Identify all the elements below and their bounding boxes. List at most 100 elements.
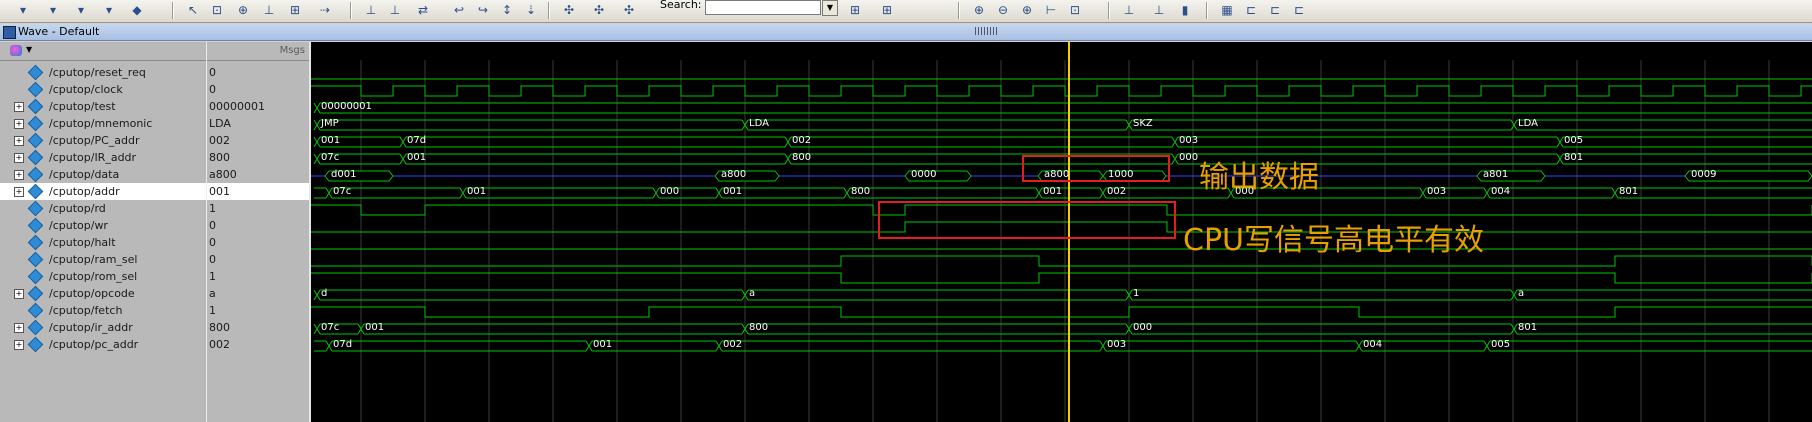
- expand-icon[interactable]: +: [14, 170, 24, 180]
- next-edge-icon[interactable]: ⇄: [414, 2, 432, 18]
- chevron-down-icon[interactable]: ▼: [26, 45, 32, 54]
- list-icon[interactable]: ⊖: [994, 2, 1012, 18]
- signal-value-row[interactable]: 0: [207, 81, 309, 98]
- addr-bus-transition: [325, 187, 333, 199]
- signal-value-row[interactable]: 0: [207, 251, 309, 268]
- signal-value-row[interactable]: 0: [207, 64, 309, 81]
- signal-value-row[interactable]: 001: [207, 183, 309, 200]
- edge-icon-3[interactable]: ⊏: [1290, 2, 1308, 18]
- chevron-down-icon[interactable]: ▼: [822, 0, 838, 16]
- mark-icon[interactable]: ⊞: [286, 2, 304, 18]
- expand-icon[interactable]: +: [14, 340, 24, 350]
- signal-value-row[interactable]: 800: [207, 149, 309, 166]
- edge-icon[interactable]: ⊥: [362, 2, 380, 18]
- waveform-pane[interactable]: 00000001 JMP LDA SKZ LDA 001 07d 002 003 005 07c 00…: [311, 42, 1812, 422]
- expand-icon[interactable]: +: [14, 102, 24, 112]
- add-icon[interactable]: ▾: [44, 2, 62, 18]
- pc-addr-upper-bus-segment: [1178, 136, 1557, 148]
- toolbar: ▾ ▾ ▾ ▾ ◆ ↖ ⊡ ⊕ ⊥ ⊞ ⇢ ⊥ ⊥ ⇄ ↩ ↪ ↕ ⇣ ✣ ✣ …: [0, 0, 1812, 23]
- cursor-icon[interactable]: ⇢: [316, 2, 334, 18]
- signal-value-row[interactable]: 1: [207, 268, 309, 285]
- signal-name: /cputop/ram_sel: [49, 253, 138, 266]
- signal-row[interactable]: + /cputop/data: [0, 166, 206, 183]
- zoom-region-icon[interactable]: ⊡: [208, 2, 226, 18]
- expand-icon[interactable]: ↪: [474, 2, 492, 18]
- signal-row[interactable]: + /cputop/test: [0, 98, 206, 115]
- run-icon[interactable]: ◆: [128, 2, 146, 18]
- signal-row[interactable]: /cputop/rd: [0, 200, 206, 217]
- addr-bus-segment: [850, 187, 1036, 199]
- mnemonic-bus-label: SKZ: [1133, 118, 1153, 129]
- signal-value-row[interactable]: a: [207, 285, 309, 302]
- signal-row[interactable]: + /cputop/opcode: [0, 285, 206, 302]
- find-icon[interactable]: ↩: [450, 2, 468, 18]
- bracket-icon[interactable]: ⊥: [1120, 2, 1138, 18]
- dataflow-icon[interactable]: ▾: [72, 2, 90, 18]
- select-icon[interactable]: ↖: [184, 2, 202, 18]
- addr-bus-segment: [1618, 187, 1812, 199]
- zoom-cursor-icon[interactable]: ⊞: [846, 2, 864, 18]
- cursor-unlock-icon[interactable]: ▮: [1176, 2, 1194, 18]
- drag-handle[interactable]: [975, 27, 999, 35]
- mnemonic-bus-transition: [313, 119, 321, 131]
- signal-value-row[interactable]: 1: [207, 200, 309, 217]
- signal-row[interactable]: + /cputop/addr: [0, 183, 206, 200]
- insert-cursor-icon[interactable]: ⊕: [234, 2, 252, 18]
- signal-row[interactable]: + /cputop/mnemonic: [0, 115, 206, 132]
- fit-icon[interactable]: ⊡: [1066, 2, 1084, 18]
- expand-icon[interactable]: +: [14, 119, 24, 129]
- search-input[interactable]: [705, 0, 821, 15]
- edge-icon-2[interactable]: ⊏: [1266, 2, 1284, 18]
- wave-style-icon[interactable]: ⊕: [970, 2, 988, 18]
- signal-row[interactable]: /cputop/wr: [0, 217, 206, 234]
- expand-icon[interactable]: +: [14, 289, 24, 299]
- signal-value-row[interactable]: 00000001: [207, 98, 309, 115]
- signal-value-row[interactable]: 1: [207, 302, 309, 319]
- dataflow-view-icon[interactable]: ⊕: [1018, 2, 1036, 18]
- zoom-out-icon[interactable]: ✣: [590, 2, 608, 18]
- signal-row[interactable]: /cputop/reset_req: [0, 64, 206, 81]
- add-wave-icon[interactable]: ▾: [14, 2, 32, 18]
- grid-icon[interactable]: ⊢: [1042, 2, 1060, 18]
- signal-value-row[interactable]: a800: [207, 166, 309, 183]
- signal-row[interactable]: /cputop/clock: [0, 81, 206, 98]
- signal-row[interactable]: /cputop/ram_sel: [0, 251, 206, 268]
- expand-icon[interactable]: +: [14, 187, 24, 197]
- search-forward-icon[interactable]: ⇣: [522, 2, 540, 18]
- marker-icon[interactable]: ⊏: [1242, 2, 1260, 18]
- signal-row[interactable]: + /cputop/ir_addr: [0, 319, 206, 336]
- signal-value: 0: [209, 219, 216, 232]
- save-icon[interactable]: ▾: [100, 2, 118, 18]
- waveform-icon[interactable]: ▦: [1218, 2, 1236, 18]
- zoom-full-icon[interactable]: ✣: [620, 2, 638, 18]
- waveform-canvas[interactable]: [311, 42, 1812, 422]
- signal-row[interactable]: + /cputop/IR_addr: [0, 149, 206, 166]
- signal-value-row[interactable]: 0: [207, 234, 309, 251]
- ir-addr-bus-transition: [313, 323, 321, 335]
- collapse-icon[interactable]: ↕: [498, 2, 516, 18]
- cursor-lock-icon[interactable]: ⊥: [1150, 2, 1168, 18]
- signal-value-row[interactable]: LDA: [207, 115, 309, 132]
- pc-addr-upper-bus-label: 002: [792, 135, 812, 146]
- signal-row[interactable]: /cputop/rom_sel: [0, 268, 206, 285]
- signal-row[interactable]: /cputop/halt: [0, 234, 206, 251]
- signal-value-row[interactable]: 002: [207, 336, 309, 353]
- wave-options-icon[interactable]: [10, 45, 22, 56]
- zoom-last-icon[interactable]: ⊞: [878, 2, 896, 18]
- signal-value-row[interactable]: 002: [207, 132, 309, 149]
- addr-bus-label: 07c: [333, 186, 352, 197]
- delete-cursor-icon[interactable]: ⊥: [260, 2, 278, 18]
- zoom-in-icon[interactable]: ✣: [560, 2, 578, 18]
- signal-row[interactable]: + /cputop/PC_addr: [0, 132, 206, 149]
- signal-value-row[interactable]: 800: [207, 319, 309, 336]
- expand-icon[interactable]: +: [14, 323, 24, 333]
- expand-icon[interactable]: +: [14, 136, 24, 146]
- signal-row[interactable]: + /cputop/pc_addr: [0, 336, 206, 353]
- prev-edge-icon[interactable]: ⊥: [386, 2, 404, 18]
- ir-addr-bus-label: 000: [1133, 322, 1153, 333]
- signal-icon: [27, 115, 44, 132]
- signal-value-row[interactable]: 0: [207, 217, 309, 234]
- pc-addr-bus-label: 005: [1491, 339, 1511, 350]
- expand-icon[interactable]: +: [14, 153, 24, 163]
- signal-row[interactable]: /cputop/fetch: [0, 302, 206, 319]
